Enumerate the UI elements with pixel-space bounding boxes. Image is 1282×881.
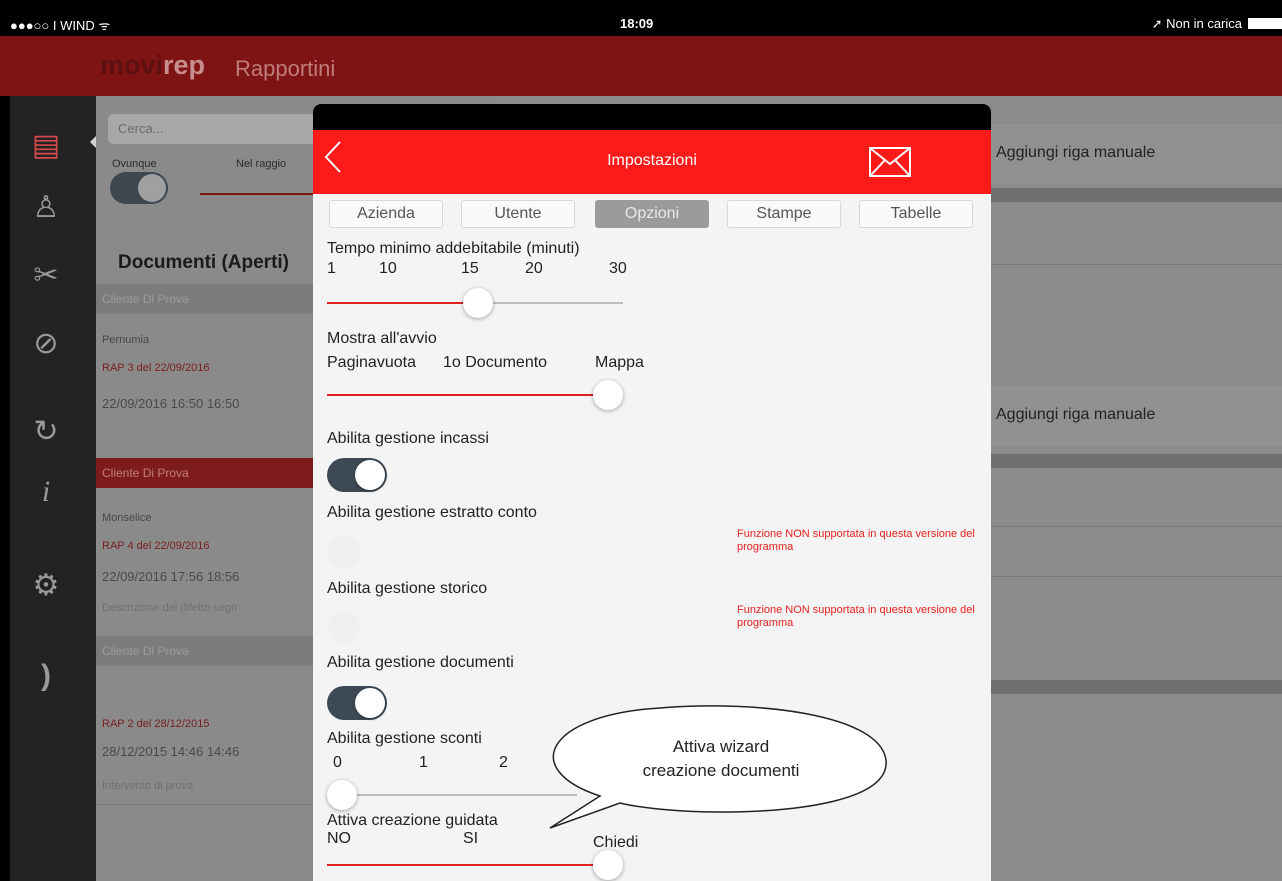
app-header: movirep Rapportini (0, 36, 1282, 96)
documenti-label: Abilita gestione documenti (327, 654, 514, 671)
app-title: Rapportini (235, 56, 336, 81)
sidebar: ▤ ♙ ✂ ⊘ ↻ i ⚙ ) (10, 96, 100, 881)
add-manual-row-button[interactable]: Aggiungi riga manuale (988, 124, 1282, 184)
section-band (988, 680, 1282, 694)
tick-label: Mappa (595, 354, 644, 371)
item-rap[interactable]: RAP 3 del 22/09/2016 (102, 362, 209, 374)
speech-bubble-line1: Attiva wizard (672, 737, 770, 756)
sync-icon[interactable]: ↻ (26, 412, 66, 452)
logout-icon[interactable]: ) (26, 656, 66, 696)
person-icon[interactable]: ♙ (26, 188, 66, 228)
tab-utente[interactable]: Utente (461, 200, 575, 228)
tick-label: 1o Documento (443, 354, 548, 371)
status-bar: ●●●○○ I WIND ᯤ 18:09 ➚ Non in carica (0, 0, 1282, 36)
tab-tabelle[interactable]: Tabelle (859, 200, 973, 228)
clock: 18:09 (620, 16, 654, 31)
toggle-knob (355, 688, 385, 718)
scope-toggle[interactable] (110, 172, 168, 204)
tick-label: 1 (419, 754, 428, 771)
battery-icon (1248, 18, 1282, 29)
item-rap[interactable]: RAP 2 del 28/12/2015 (102, 718, 209, 730)
scope-anywhere-label[interactable]: Ovunque (112, 158, 157, 170)
modal-top-bar (313, 104, 991, 130)
toggle-knob (329, 612, 359, 642)
tick-label: 20 (525, 260, 543, 277)
attachment-icon[interactable]: ⊘ (26, 324, 66, 364)
item-description: Descrizione del difetto segn (102, 602, 238, 614)
slider-fill (327, 302, 477, 304)
item-place: Monselice (102, 512, 152, 524)
min-time-slider-thumb[interactable] (463, 288, 493, 318)
tick-label: 30 (609, 260, 627, 277)
toggle-knob (355, 460, 385, 490)
tools-icon[interactable]: ✂ (26, 256, 66, 296)
guidata-slider-thumb[interactable] (593, 850, 623, 880)
storico-label: Abilita gestione storico (327, 580, 488, 597)
documenti-toggle[interactable] (327, 686, 387, 720)
speech-bubble-line2: creazione documenti (642, 761, 800, 780)
min-time-label: Tempo minimo addebitabile (minuti) (327, 240, 580, 257)
item-place: Pernumia (102, 334, 150, 346)
slider-fill (327, 864, 609, 866)
startup-slider-thumb[interactable] (593, 380, 623, 410)
carrier-label: ●●●○○ I WIND ᯤ (10, 18, 111, 33)
sconti-label: Abilita gestione sconti (327, 730, 482, 747)
startup-slider[interactable] (327, 394, 609, 396)
tick-label: Paginavuota (327, 354, 416, 371)
tick-label: NO (327, 830, 351, 847)
divider (988, 576, 1282, 577)
tick-label: Chiedi (593, 834, 639, 851)
storico-toggle[interactable] (327, 610, 387, 644)
item-description: Intervento di prova (102, 780, 194, 792)
slider-fill (327, 394, 609, 396)
tick-label: SI (463, 830, 479, 847)
add-manual-row-label: Aggiungi riga manuale (996, 144, 1156, 161)
storico-warning: Funzione NON supportata in questa versio… (737, 604, 975, 629)
divider (988, 526, 1282, 527)
gear-icon[interactable]: ⚙ (26, 566, 66, 606)
tick-label: 15 (461, 260, 479, 277)
tab-azienda[interactable]: Azienda (329, 200, 443, 228)
logo-movi: movi (100, 50, 164, 80)
charging-status: ➚ Non in carica (1151, 16, 1242, 31)
tab-opzioni[interactable]: Opzioni (595, 200, 709, 228)
logo-rep: rep (163, 50, 206, 80)
modal-navbar: Impostazioni (313, 130, 991, 194)
settings-tabs: Azienda Utente Opzioni Stampe Tabelle (313, 200, 991, 230)
info-icon[interactable]: i (26, 472, 66, 512)
add-manual-row-button[interactable]: Aggiungi riga manuale (988, 386, 1282, 446)
item-date: 22/09/2016 16:50 16:50 (102, 396, 240, 411)
estratto-conto-label: Abilita gestione estratto conto (327, 504, 537, 521)
item-date: 22/09/2016 17:56 18:56 (102, 569, 240, 584)
report-icon[interactable]: ▤ (26, 126, 66, 166)
toggle-knob (329, 536, 359, 566)
add-manual-row-label: Aggiungi riga manuale (996, 406, 1156, 423)
speech-bubble-text: Attiva wizard creazione documenti (556, 735, 886, 783)
app-logo: movirep (100, 50, 205, 81)
sconti-slider[interactable] (327, 794, 577, 796)
tick-label: 1 (327, 260, 336, 277)
tick-label: 0 (333, 754, 342, 771)
tab-stampe[interactable]: Stampe (727, 200, 841, 228)
tick-label: 10 (379, 260, 397, 277)
item-rap[interactable]: RAP 4 del 22/09/2016 (102, 540, 209, 552)
estratto-conto-toggle[interactable] (327, 534, 387, 568)
section-band (988, 188, 1282, 202)
tick-label: 2 (499, 754, 508, 771)
section-title: Documenti (Aperti) (118, 252, 289, 273)
divider (988, 264, 1282, 265)
scope-radius-label[interactable]: Nel raggio (236, 158, 286, 170)
mail-button[interactable] (868, 146, 912, 178)
guidata-label: Attiva creazione guidata (327, 812, 498, 829)
item-date: 28/12/2015 14:46 14:46 (102, 744, 240, 759)
incassi-toggle[interactable] (327, 458, 387, 492)
envelope-icon (869, 147, 911, 177)
guidata-slider[interactable] (327, 864, 609, 866)
section-band (988, 454, 1282, 468)
incassi-label: Abilita gestione incassi (327, 430, 489, 447)
sconti-slider-thumb[interactable] (327, 780, 357, 810)
estratto-conto-warning: Funzione NON supportata in questa versio… (737, 528, 975, 553)
startup-label: Mostra all'avvio (327, 330, 437, 347)
